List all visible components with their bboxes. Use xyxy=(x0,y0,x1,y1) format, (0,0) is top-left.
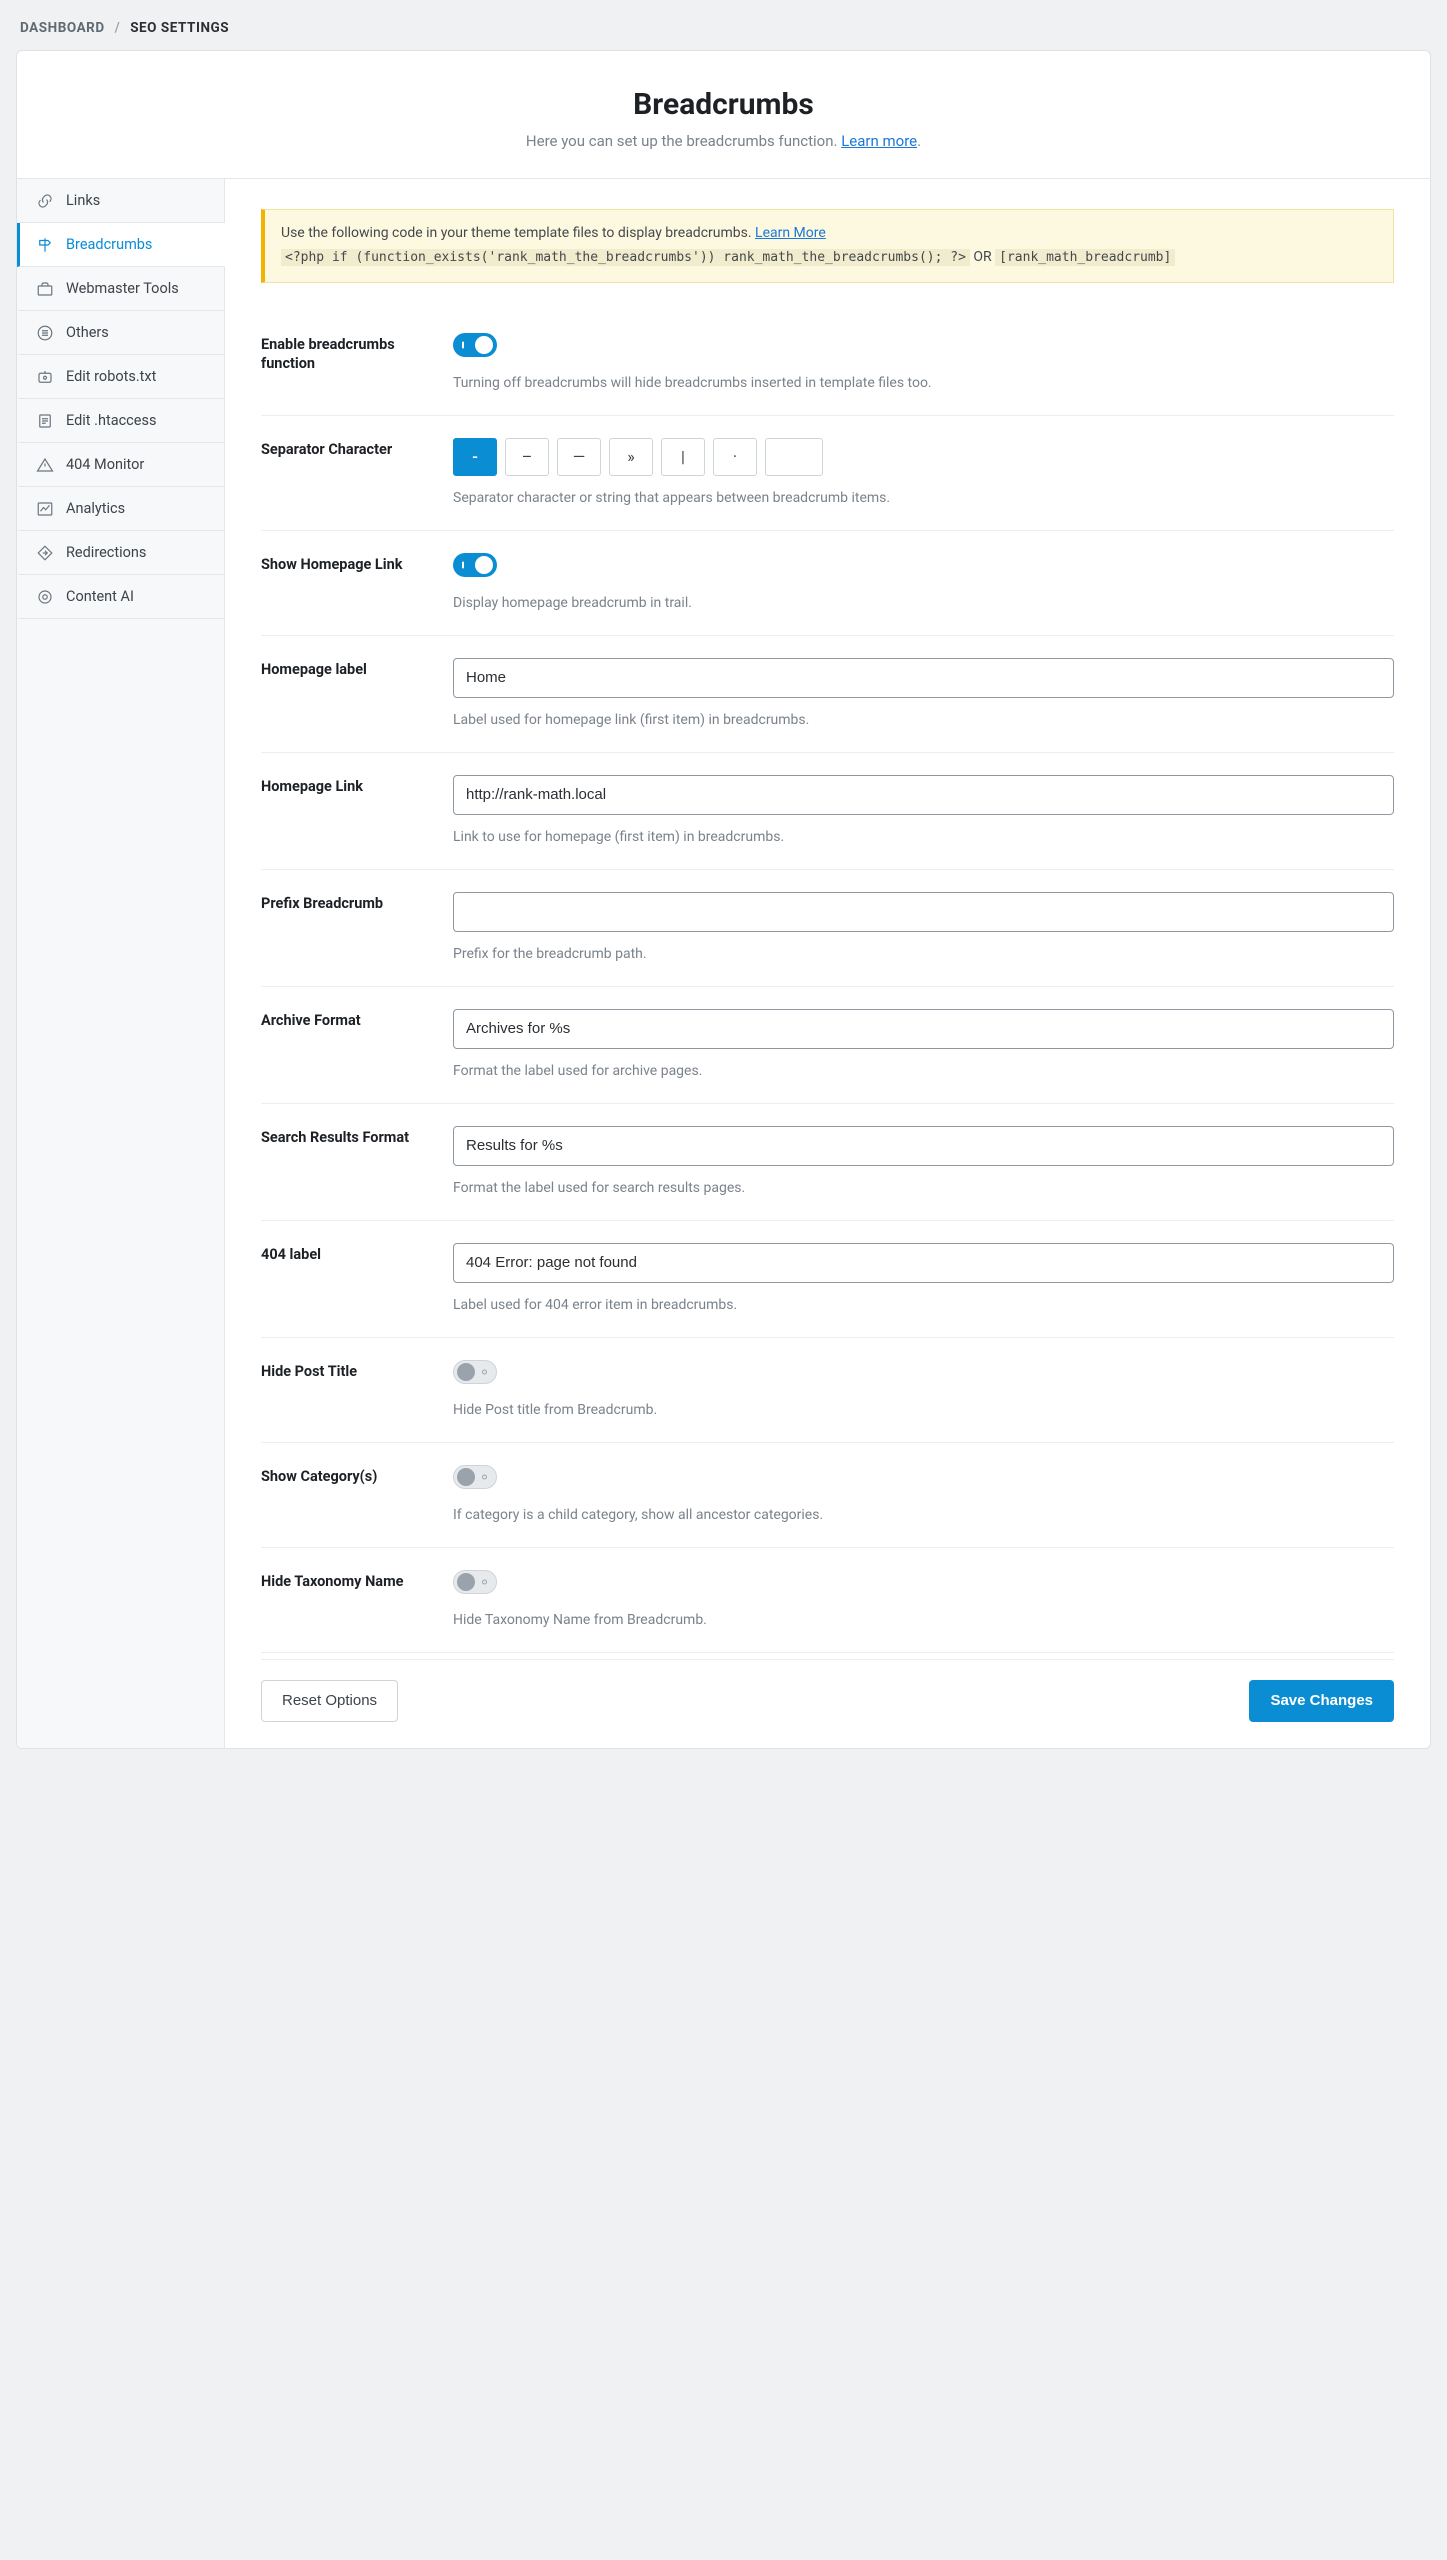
sidebar-item-label: Analytics xyxy=(66,500,125,517)
show-homepage-hint: Display homepage breadcrumb in trail. xyxy=(453,595,1394,611)
404-label-label: 404 label xyxy=(261,1243,429,1265)
hide-post-title-hint: Hide Post title from Breadcrumb. xyxy=(453,1402,1394,1418)
shortcode-snippet: [rank_math_breadcrumb] xyxy=(995,249,1175,266)
separator-option-pipe[interactable]: | xyxy=(661,438,705,476)
sidebar-item-label: 404 Monitor xyxy=(66,456,144,473)
enable-breadcrumbs-toggle[interactable] xyxy=(453,333,497,357)
enable-breadcrumbs-hint: Turning off breadcrumbs will hide breadc… xyxy=(453,375,1394,391)
sidebar-item-htaccess[interactable]: Edit .htaccess xyxy=(17,399,224,443)
sidebar-item-others[interactable]: Others xyxy=(17,311,224,355)
separator-hint: Separator character or string that appea… xyxy=(453,490,1394,506)
php-code-snippet: <?php if (function_exists('rank_math_the… xyxy=(281,249,970,266)
notice-learn-more-link[interactable]: Learn More xyxy=(755,225,826,241)
separator-option-raquo[interactable]: » xyxy=(609,438,653,476)
show-categories-label: Show Category(s) xyxy=(261,1465,429,1487)
sidebar-item-label: Redirections xyxy=(66,544,146,561)
sidebar-item-analytics[interactable]: Analytics xyxy=(17,487,224,531)
chart-icon xyxy=(36,500,54,518)
learn-more-link[interactable]: Learn more xyxy=(841,132,917,150)
prefix-hint: Prefix for the breadcrumb path. xyxy=(453,946,1394,962)
archive-format-input[interactable] xyxy=(453,1009,1394,1049)
breadcrumb-root[interactable]: DASHBOARD xyxy=(20,20,105,36)
settings-sidebar: Links Breadcrumbs Webmaster Tools Others… xyxy=(17,179,225,1748)
archive-format-label: Archive Format xyxy=(261,1009,429,1031)
search-format-label: Search Results Format xyxy=(261,1126,429,1148)
breadcrumb-sep: / xyxy=(115,20,121,36)
warning-icon xyxy=(36,456,54,474)
list-icon xyxy=(36,324,54,342)
separator-option-endash[interactable]: – xyxy=(505,438,549,476)
briefcase-icon xyxy=(36,280,54,298)
reset-options-button[interactable]: Reset Options xyxy=(261,1680,398,1722)
hide-taxonomy-toggle[interactable] xyxy=(453,1570,497,1594)
robot-icon xyxy=(36,368,54,386)
separator-option-emdash[interactable]: — xyxy=(557,438,601,476)
prefix-input[interactable] xyxy=(453,892,1394,932)
sidebar-item-links[interactable]: Links xyxy=(17,179,224,223)
sidebar-item-label: Webmaster Tools xyxy=(66,280,179,297)
show-homepage-toggle[interactable] xyxy=(453,553,497,577)
sidebar-item-label: Links xyxy=(66,192,100,209)
show-categories-toggle[interactable] xyxy=(453,1465,497,1489)
homepage-label-label: Homepage label xyxy=(261,658,429,680)
link-icon xyxy=(36,192,54,210)
show-homepage-label: Show Homepage Link xyxy=(261,553,429,575)
separator-options: - – — » | · xyxy=(453,438,1394,476)
separator-label: Separator Character xyxy=(261,438,429,460)
sidebar-item-label: Others xyxy=(66,324,109,341)
show-categories-hint: If category is a child category, show al… xyxy=(453,1507,1394,1523)
sidebar-item-label: Breadcrumbs xyxy=(66,236,152,253)
search-format-hint: Format the label used for search results… xyxy=(453,1180,1394,1196)
page-subtitle: Here you can set up the breadcrumbs func… xyxy=(37,132,1410,150)
archive-format-hint: Format the label used for archive pages. xyxy=(453,1063,1394,1079)
sidebar-item-label: Edit .htaccess xyxy=(66,412,156,429)
hide-taxonomy-label: Hide Taxonomy Name xyxy=(261,1570,429,1592)
homepage-link-label: Homepage Link xyxy=(261,775,429,797)
sidebar-item-redirections[interactable]: Redirections xyxy=(17,531,224,575)
sidebar-item-content-ai[interactable]: Content AI xyxy=(17,575,224,619)
sidebar-item-label: Content AI xyxy=(66,588,134,605)
hide-taxonomy-hint: Hide Taxonomy Name from Breadcrumb. xyxy=(453,1612,1394,1628)
homepage-link-hint: Link to use for homepage (first item) in… xyxy=(453,829,1394,845)
breadcrumb: DASHBOARD / SEO SETTINGS xyxy=(20,20,1431,36)
redirect-icon xyxy=(36,544,54,562)
sidebar-item-label: Edit robots.txt xyxy=(66,368,156,385)
sidebar-item-404-monitor[interactable]: 404 Monitor xyxy=(17,443,224,487)
search-format-input[interactable] xyxy=(453,1126,1394,1166)
enable-breadcrumbs-label: Enable breadcrumbs function xyxy=(261,333,429,374)
save-changes-button[interactable]: Save Changes xyxy=(1249,1680,1394,1722)
code-notice: Use the following code in your theme tem… xyxy=(261,209,1394,283)
breadcrumb-current: SEO SETTINGS xyxy=(130,20,229,36)
homepage-label-hint: Label used for homepage link (first item… xyxy=(453,712,1394,728)
prefix-label: Prefix Breadcrumb xyxy=(261,892,429,914)
homepage-link-input[interactable] xyxy=(453,775,1394,815)
separator-option-custom[interactable] xyxy=(765,438,823,476)
sidebar-item-webmaster-tools[interactable]: Webmaster Tools xyxy=(17,267,224,311)
page-title: Breadcrumbs xyxy=(37,87,1410,122)
ai-icon xyxy=(36,588,54,606)
sidebar-item-breadcrumbs[interactable]: Breadcrumbs xyxy=(17,223,225,267)
separator-option-dash[interactable]: - xyxy=(453,438,497,476)
signpost-icon xyxy=(36,236,54,254)
404-label-hint: Label used for 404 error item in breadcr… xyxy=(453,1297,1394,1313)
hide-post-title-toggle[interactable] xyxy=(453,1360,497,1384)
404-label-input[interactable] xyxy=(453,1243,1394,1283)
homepage-label-input[interactable] xyxy=(453,658,1394,698)
separator-option-bullet[interactable]: · xyxy=(713,438,757,476)
file-icon xyxy=(36,412,54,430)
hide-post-title-label: Hide Post Title xyxy=(261,1360,429,1382)
sidebar-item-robots[interactable]: Edit robots.txt xyxy=(17,355,224,399)
